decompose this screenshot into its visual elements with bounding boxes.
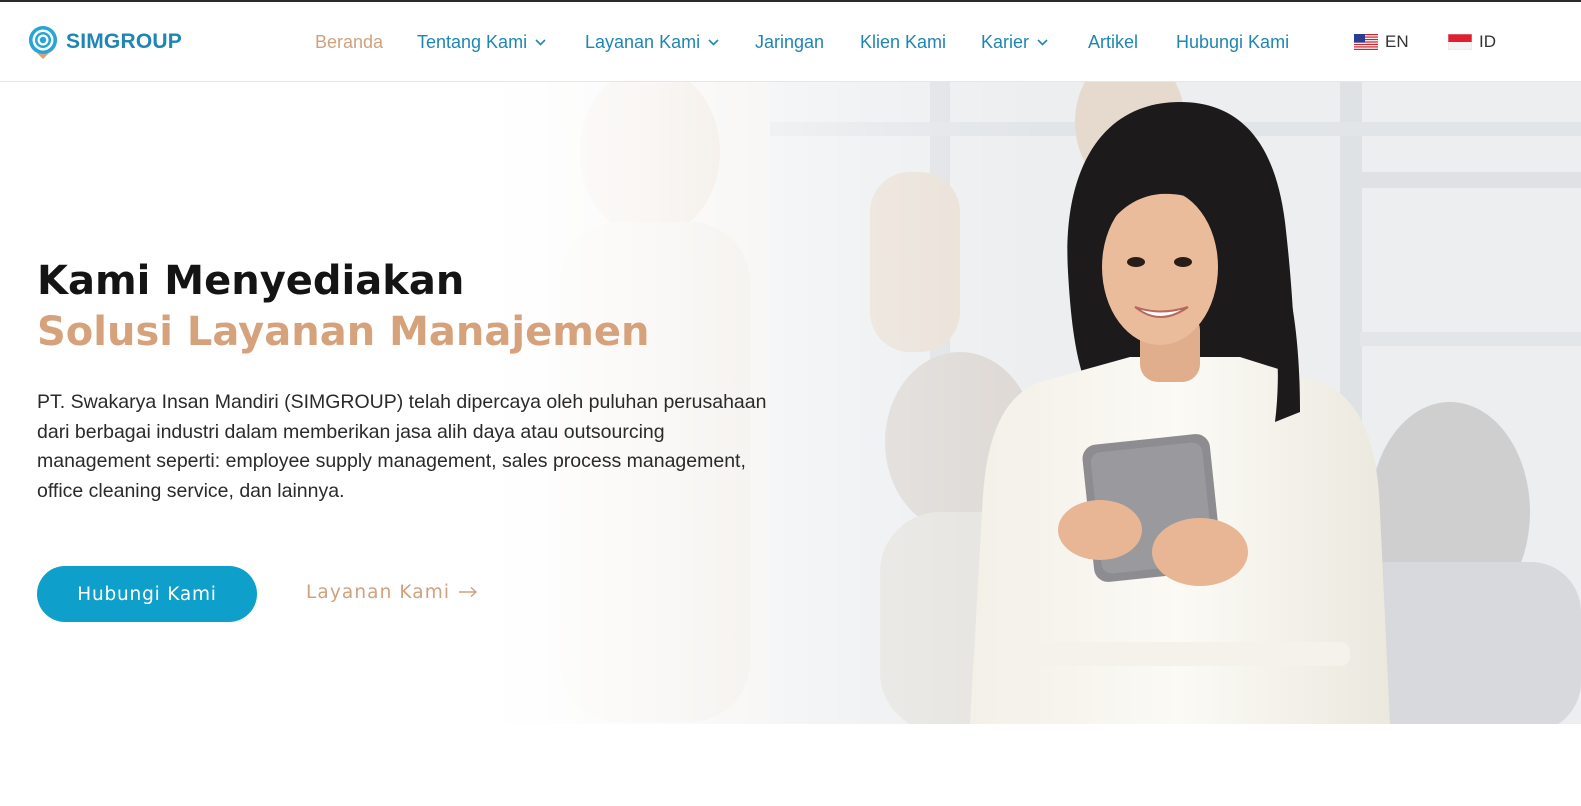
chevron-down-icon: [535, 38, 546, 46]
nav-item-jaringan[interactable]: Jaringan: [755, 30, 824, 54]
nav-item-label: Jaringan: [755, 31, 825, 52]
nav-item-label: Hubungi Kami: [1176, 31, 1290, 52]
nav-item-hubungi-kami[interactable]: Hubungi Kami: [1176, 30, 1289, 54]
nav-item-klien-kami[interactable]: Klien Kami: [860, 30, 946, 54]
nav-item-label: Artikel: [1088, 31, 1139, 52]
site-header: SIMGROUP Beranda Tentang Kami Layanan Ka…: [0, 2, 1581, 82]
hero-title-highlight: Solusi Layanan Manajemen: [37, 309, 650, 355]
hero-title-line1: Kami Menyediakan: [37, 258, 465, 304]
language-label: EN: [1385, 32, 1409, 51]
id-flag-icon: [1448, 34, 1472, 50]
nav-item-label: Karier: [981, 31, 1030, 52]
nav-item-label: Tentang Kami: [417, 31, 528, 52]
services-link[interactable]: Layanan Kami: [306, 578, 478, 606]
hero-banner: Kami Menyediakan Solusi Layanan Manajeme…: [0, 82, 1581, 724]
nav-item-karier[interactable]: Karier: [981, 30, 1048, 54]
nav-item-label: Beranda: [315, 31, 384, 52]
chevron-down-icon: [708, 38, 719, 46]
hero-description: PT. Swakarya Insan Mandiri (SIMGROUP) te…: [37, 391, 767, 502]
nav-item-label: Layanan Kami: [585, 31, 701, 52]
nav-item-layanan-kami[interactable]: Layanan Kami: [585, 30, 719, 54]
chevron-down-icon: [1037, 38, 1048, 46]
contact-us-button[interactable]: Hubungi Kami: [37, 566, 257, 622]
services-link-label: Layanan Kami: [306, 581, 451, 603]
nav-item-beranda[interactable]: Beranda: [315, 30, 383, 54]
nav-item-tentang-kami[interactable]: Tentang Kami: [417, 30, 546, 54]
us-flag-icon: [1354, 34, 1378, 50]
language-id[interactable]: ID: [1448, 30, 1496, 54]
arrow-right-icon: [459, 586, 478, 598]
language-label: ID: [1479, 32, 1496, 51]
main-nav: Beranda Tentang Kami Layanan Kami Jaring…: [0, 2, 1581, 82]
hero-title: Kami Menyediakan Solusi Layanan Manajeme…: [37, 256, 757, 358]
nav-item-artikel[interactable]: Artikel: [1088, 30, 1138, 54]
nav-item-label: Klien Kami: [860, 31, 947, 52]
language-en[interactable]: EN: [1354, 30, 1409, 54]
